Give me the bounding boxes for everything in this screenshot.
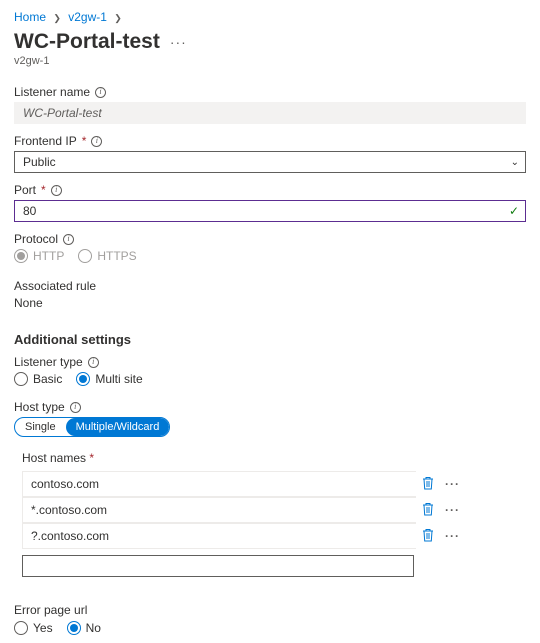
chevron-down-icon: ⌄ <box>511 157 519 168</box>
listener-name-label: Listener name <box>14 85 90 99</box>
hostname-more-icon[interactable]: ··· <box>445 477 460 491</box>
listener-type-multi-label: Multi site <box>95 372 142 386</box>
error-page-no-radio[interactable]: No <box>67 621 101 635</box>
delete-hostname-button[interactable] <box>422 502 434 519</box>
info-icon[interactable]: i <box>70 402 81 413</box>
hostname-row: contoso.com ··· <box>22 471 460 497</box>
info-icon[interactable]: i <box>91 136 102 147</box>
protocol-http-label: HTTP <box>33 249 64 263</box>
chevron-right-icon: ❯ <box>53 13 61 23</box>
hostname-more-icon[interactable]: ··· <box>445 529 460 543</box>
checkmark-icon: ✓ <box>509 204 519 218</box>
required-marker: * <box>82 134 87 148</box>
frontend-ip-dropdown[interactable]: Public ⌄ <box>14 151 526 173</box>
listener-type-basic-radio[interactable]: Basic <box>14 372 62 386</box>
trash-icon <box>422 476 434 490</box>
info-icon[interactable]: i <box>88 357 99 368</box>
protocol-http-radio: HTTP <box>14 249 64 263</box>
info-icon[interactable]: i <box>51 185 62 196</box>
info-icon[interactable]: i <box>95 87 106 98</box>
hostname-value[interactable]: ?.contoso.com <box>22 523 416 549</box>
hostname-row: *.contoso.com ··· <box>22 497 460 523</box>
frontend-ip-value: Public <box>23 155 56 169</box>
breadcrumb-parent[interactable]: v2gw-1 <box>68 10 107 24</box>
associated-rule-value: None <box>14 296 526 310</box>
more-actions-icon[interactable]: ··· <box>170 34 187 50</box>
error-page-yes-label: Yes <box>33 621 53 635</box>
resource-subtitle: v2gw-1 <box>14 55 526 67</box>
radio-icon <box>14 249 28 263</box>
chevron-right-icon: ❯ <box>114 13 122 23</box>
listener-name-input <box>14 102 526 124</box>
page-title: WC-Portal-test <box>14 30 160 54</box>
additional-settings-header: Additional settings <box>14 332 526 347</box>
host-type-toggle[interactable]: Single Multiple/Wildcard <box>14 417 170 437</box>
required-marker: * <box>41 183 46 197</box>
error-page-yes-radio[interactable]: Yes <box>14 621 53 635</box>
host-type-label: Host type <box>14 400 65 414</box>
hostnames-label: Host names <box>22 451 86 465</box>
hostname-row: ?.contoso.com ··· <box>22 523 460 549</box>
protocol-label: Protocol <box>14 232 58 246</box>
info-icon[interactable]: i <box>63 234 74 245</box>
error-page-label: Error page url <box>14 603 526 617</box>
host-type-single[interactable]: Single <box>15 418 66 436</box>
breadcrumb-home[interactable]: Home <box>14 10 46 24</box>
port-dropdown[interactable]: 80 ✓ <box>14 200 526 222</box>
hostname-value[interactable]: contoso.com <box>22 471 416 497</box>
trash-icon <box>422 502 434 516</box>
trash-icon <box>422 528 434 542</box>
frontend-ip-label: Frontend IP <box>14 134 77 148</box>
listener-type-basic-label: Basic <box>33 372 62 386</box>
hostname-more-icon[interactable]: ··· <box>445 503 460 517</box>
hostname-new-input[interactable] <box>22 555 414 577</box>
listener-type-label: Listener type <box>14 355 83 369</box>
port-label: Port <box>14 183 36 197</box>
radio-icon <box>76 372 90 386</box>
hostname-value[interactable]: *.contoso.com <box>22 497 416 523</box>
associated-rule-label: Associated rule <box>14 279 526 293</box>
error-page-no-label: No <box>86 621 101 635</box>
delete-hostname-button[interactable] <box>422 476 434 493</box>
breadcrumb: Home ❯ v2gw-1 ❯ <box>14 8 526 30</box>
delete-hostname-button[interactable] <box>422 528 434 545</box>
host-type-multiple[interactable]: Multiple/Wildcard <box>66 418 170 436</box>
radio-icon <box>14 372 28 386</box>
protocol-https-radio: HTTPS <box>78 249 136 263</box>
radio-icon <box>14 621 28 635</box>
radio-icon <box>78 249 92 263</box>
protocol-https-label: HTTPS <box>97 249 136 263</box>
port-value: 80 <box>23 204 36 218</box>
required-marker: * <box>89 451 94 465</box>
radio-icon <box>67 621 81 635</box>
listener-type-multi-radio[interactable]: Multi site <box>76 372 142 386</box>
